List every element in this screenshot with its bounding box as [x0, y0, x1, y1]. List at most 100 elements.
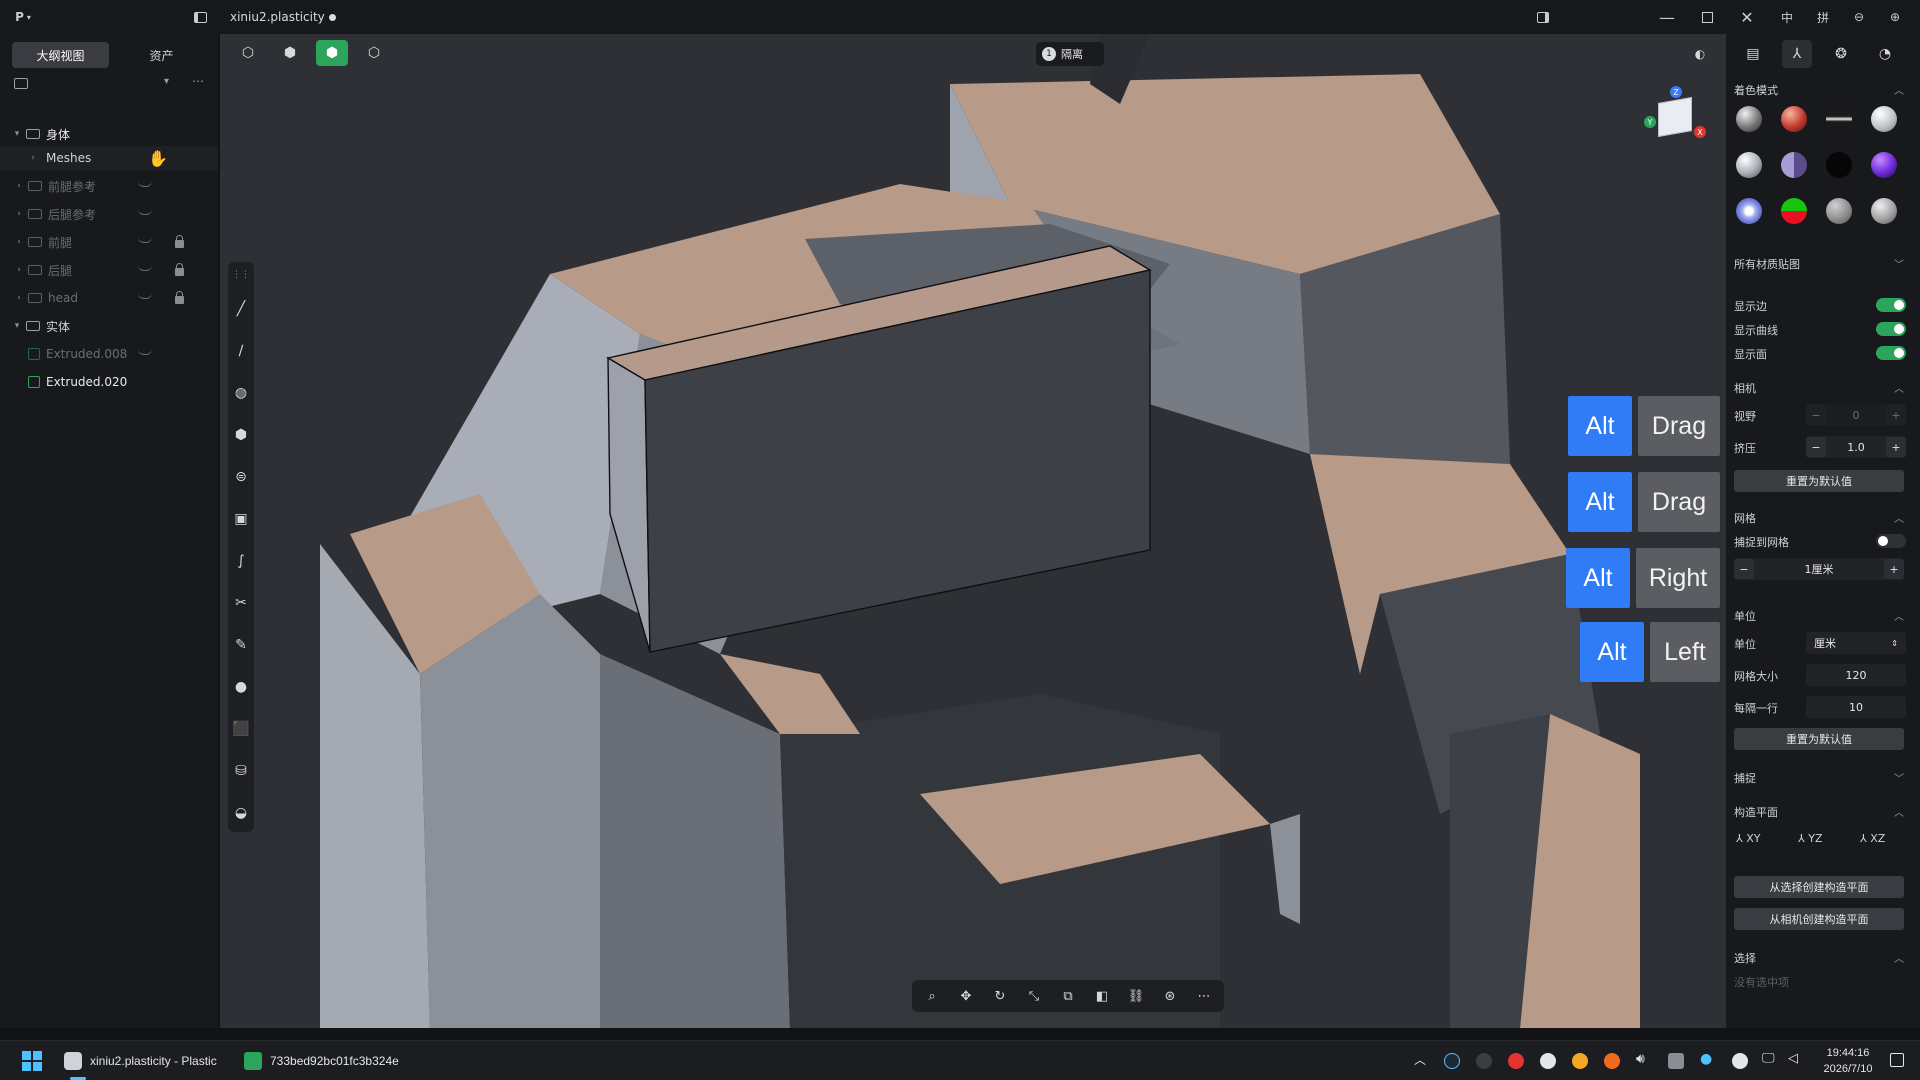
matcap-ball-5[interactable] — [1736, 152, 1762, 178]
lock-icon[interactable] — [175, 235, 184, 248]
notification-icon[interactable] — [1890, 1053, 1904, 1067]
new-folder-icon[interactable] — [14, 78, 28, 89]
cylinder-tool-button[interactable]: ⛁ — [228, 758, 254, 784]
tab-assets[interactable]: 资产 — [113, 42, 210, 68]
isolate-badge[interactable]: 1 隔离 — [1036, 42, 1104, 66]
eye-hidden-icon[interactable] — [138, 349, 152, 355]
ime-mode-button[interactable]: 中 — [1776, 0, 1798, 34]
intersect-button[interactable]: ⊛ — [1156, 984, 1184, 1008]
vertex-mode-button[interactable]: ⬡ — [232, 40, 264, 66]
matcap-ball-7[interactable] — [1826, 152, 1852, 178]
ime-width-button[interactable]: 拼 — [1812, 0, 1834, 34]
eye-hidden-icon[interactable] — [138, 293, 152, 299]
cplane-from-camera-button[interactable]: 从相机创建构造平面 — [1734, 908, 1904, 930]
tree-item-extruded-008[interactable]: Extruded.008 — [0, 342, 218, 366]
speaker-tray-icon[interactable]: ◁ — [1788, 1051, 1798, 1066]
tree-item-head[interactable]: › head — [0, 286, 218, 310]
tree-item-extruded-020[interactable]: Extruded.020 — [0, 370, 218, 394]
chevron-down-icon[interactable]: ﹀ — [1894, 256, 1904, 271]
grid-step-stepper[interactable]: − 1厘米 + — [1734, 558, 1904, 580]
volume-tray-icon[interactable]: 🔊︎ — [1636, 1051, 1645, 1067]
matcap-ball-6[interactable] — [1781, 152, 1807, 178]
tree-group-solids[interactable]: ▾ 实体 — [0, 314, 218, 338]
cplane-xy-button[interactable]: ⅄ XY — [1736, 832, 1761, 845]
face-mode-button[interactable]: ⬢ — [316, 40, 348, 66]
tree-item-front-leg-ref[interactable]: › 前腿参考 — [0, 174, 218, 198]
battery-tray-icon[interactable] — [1668, 1053, 1684, 1069]
wechat-tray-icon[interactable] — [1476, 1053, 1492, 1069]
filter-chevron-icon[interactable]: ▾ — [164, 76, 169, 87]
minus-icon[interactable]: − — [1734, 559, 1754, 579]
toggle-sidebar-button[interactable] — [190, 0, 210, 34]
lock-icon[interactable] — [175, 291, 184, 304]
pen-tool-button[interactable]: ✎ — [228, 632, 254, 658]
matcap-ball-9[interactable] — [1736, 198, 1762, 224]
close-button[interactable]: ✕ — [1732, 0, 1762, 34]
show-curves-toggle[interactable] — [1876, 322, 1906, 336]
minimize-button[interactable]: — — [1652, 0, 1682, 34]
tree-item-back-leg[interactable]: › 后腿 — [0, 258, 218, 282]
cplane-yz-button[interactable]: ⅄ YZ — [1798, 832, 1823, 845]
units-reset-button[interactable]: 重置为默认值 — [1734, 728, 1904, 750]
tree-item-back-leg-ref[interactable]: › 后腿参考 — [0, 202, 218, 226]
mic-tray-icon[interactable]: ● — [1700, 1051, 1712, 1067]
plus-icon[interactable]: + — [1886, 405, 1906, 425]
matcap-ball-4[interactable] — [1871, 106, 1897, 132]
chevron-up-icon[interactable]: ︿ — [1894, 804, 1904, 819]
trim-tool-button[interactable]: ✂ — [228, 590, 254, 616]
fov-stepper[interactable]: − 0 + — [1806, 404, 1906, 426]
taskbar-app-plasticity[interactable]: xiniu2.plasticity - Plastic — [64, 1045, 217, 1077]
cplane-xz-button[interactable]: ⅄ XZ — [1860, 832, 1885, 845]
grid-size-field[interactable]: 120 — [1806, 664, 1906, 686]
squash-stepper[interactable]: − 1.0 + — [1806, 436, 1906, 458]
camera-reset-button[interactable]: 重置为默认值 — [1734, 470, 1904, 492]
matcap-ball-3[interactable] — [1826, 106, 1852, 132]
shell-tool-button[interactable]: ◒ — [228, 800, 254, 826]
show-faces-toggle[interactable] — [1876, 346, 1906, 360]
matcap-ball-12[interactable] — [1871, 198, 1897, 224]
taskbar-app-notes[interactable]: 733bed92bc01fc3b324e — [244, 1045, 399, 1077]
rectangle-tool-button[interactable]: ▣ — [228, 506, 254, 532]
tree-group-body[interactable]: ▾ 身体 — [0, 122, 218, 146]
matcap-ball-2[interactable] — [1781, 106, 1807, 132]
chevron-up-icon[interactable]: ︿ — [1894, 608, 1904, 623]
matcap-ball-8[interactable] — [1871, 152, 1897, 178]
zoom-in-button[interactable]: ⊕ — [1884, 0, 1906, 34]
box-tool-button[interactable]: ⬛ — [228, 716, 254, 742]
drag-handle-icon[interactable]: ⋮⋮ — [228, 262, 254, 288]
plus-icon[interactable]: + — [1886, 437, 1906, 457]
tab-render[interactable]: ◔ — [1870, 40, 1900, 68]
extrude-tool-button[interactable]: ⊜ — [228, 464, 254, 490]
every-line-field[interactable]: 10 — [1806, 696, 1906, 718]
polygon-tool-button[interactable]: ⬢ — [228, 422, 254, 448]
tab-layers[interactable]: ▤ — [1738, 40, 1768, 68]
material-dropdown[interactable]: 所有材质贴图 — [1734, 256, 1800, 272]
tray-overflow-icon[interactable]: ︿ — [1414, 1051, 1426, 1068]
network-tray-icon[interactable]: 🖵︎ — [1762, 1051, 1775, 1066]
circle-tool-button[interactable]: ◍ — [228, 380, 254, 406]
link-button[interactable]: ⛓ — [1122, 984, 1150, 1008]
spline-tool-button[interactable]: ∫ — [228, 548, 254, 574]
tree-item-front-leg[interactable]: › 前腿 — [0, 230, 218, 254]
curve-tool-button[interactable]: ∕ — [228, 338, 254, 364]
matcap-ball-10[interactable] — [1781, 198, 1807, 224]
show-edges-toggle[interactable] — [1876, 298, 1906, 312]
eye-hidden-icon[interactable] — [138, 181, 152, 187]
move-button[interactable]: ✥ — [952, 984, 980, 1008]
start-button[interactable] — [22, 1051, 42, 1071]
tab-materials[interactable]: ❂ — [1826, 40, 1856, 68]
minus-icon[interactable]: − — [1806, 405, 1826, 425]
steam-tray-icon[interactable] — [1444, 1053, 1460, 1069]
view-gizmo[interactable]: Z Y X — [1644, 86, 1708, 150]
chevron-up-icon[interactable]: ︿ — [1894, 950, 1904, 965]
tree-item-meshes[interactable]: › Meshes ✋ — [0, 146, 218, 170]
xray-toggle-button[interactable]: ◐ — [1690, 44, 1710, 64]
chevron-down-icon[interactable]: ﹀ — [1894, 770, 1904, 785]
unit-select[interactable]: 厘米 ⇕ — [1806, 632, 1906, 654]
layout-toggle-button[interactable] — [1532, 0, 1554, 34]
eye-hidden-icon[interactable] — [138, 237, 152, 243]
eye-hidden-icon[interactable] — [138, 209, 152, 215]
duplicate-button[interactable]: ⧉ — [1054, 984, 1082, 1008]
lock-icon[interactable] — [175, 263, 184, 276]
edge-mode-button[interactable]: ⬢ — [274, 40, 306, 66]
